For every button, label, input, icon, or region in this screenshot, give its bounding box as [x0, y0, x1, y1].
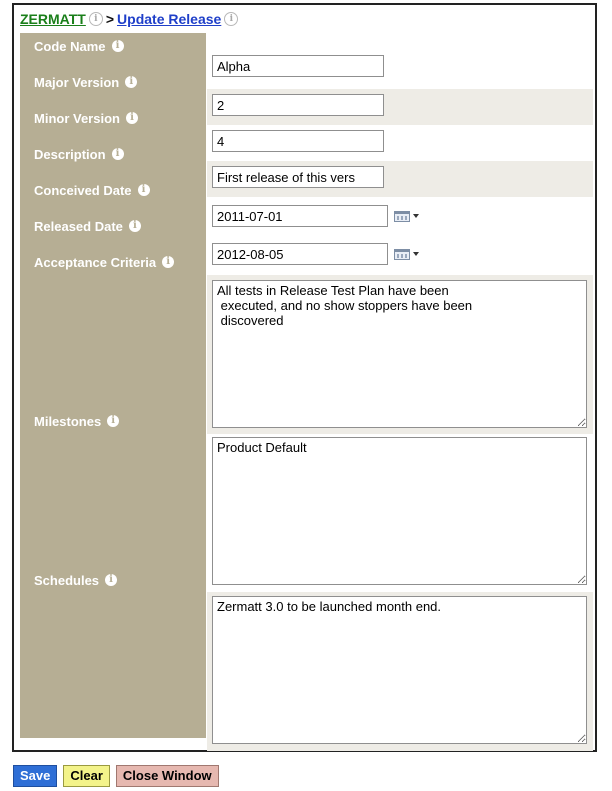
calendar-icon	[394, 248, 410, 260]
info-icon[interactable]: i	[107, 415, 120, 427]
info-icon[interactable]: i	[125, 76, 138, 88]
calendar-icon	[394, 210, 410, 222]
breadcrumb-separator: >	[105, 11, 115, 27]
released-date-picker[interactable]	[394, 246, 428, 262]
conceived-date-label-text: Conceived Date	[34, 182, 132, 198]
save-button[interactable]: Save	[13, 765, 58, 787]
description-input[interactable]	[212, 166, 384, 188]
dropdown-arrow-icon	[413, 252, 419, 256]
info-icon[interactable]: i	[137, 184, 150, 196]
release-form-window: ZERMATT i > Update Release i Code Name i…	[12, 3, 597, 752]
label-column: Code Name i Major Version i Minor Versio…	[20, 33, 206, 738]
breadcrumb-zermatt-link[interactable]: ZERMATT	[20, 11, 86, 27]
released-date-label: Released Date i	[34, 218, 141, 234]
major-version-label: Major Version i	[34, 74, 138, 90]
info-icon[interactable]: i	[128, 220, 141, 232]
breadcrumb-update-release-link[interactable]: Update Release	[117, 11, 221, 27]
minor-version-input[interactable]	[212, 130, 384, 152]
minor-version-label-text: Minor Version	[34, 110, 120, 126]
info-icon[interactable]: i	[111, 148, 124, 160]
description-label: Description i	[34, 146, 124, 162]
clear-button[interactable]: Clear	[63, 765, 110, 787]
released-date-input[interactable]	[212, 243, 388, 265]
info-icon[interactable]: i	[111, 40, 124, 52]
conceived-date-picker[interactable]	[394, 208, 428, 224]
close-window-button[interactable]: Close Window	[115, 765, 219, 787]
released-date-label-text: Released Date	[34, 218, 123, 234]
form-button-bar: Save Clear Close Window	[13, 765, 219, 787]
milestones-label: Milestones i	[34, 413, 120, 429]
schedules-label-text: Schedules	[34, 572, 100, 588]
milestones-label-text: Milestones	[34, 413, 102, 429]
minor-version-label: Minor Version i	[34, 110, 138, 126]
info-icon[interactable]: i	[105, 574, 118, 586]
major-version-input[interactable]	[212, 94, 384, 116]
acceptance-criteria-label-text: Acceptance Criteria	[34, 254, 157, 270]
description-label-text: Description	[34, 146, 106, 162]
schedules-textarea[interactable]: Zermatt 3.0 to be launched month end.	[212, 596, 587, 744]
conceived-date-input[interactable]	[212, 205, 388, 227]
milestones-textarea[interactable]: Product Default	[212, 437, 587, 585]
acceptance-criteria-label: Acceptance Criteria i	[34, 254, 175, 270]
info-icon[interactable]: i	[88, 12, 103, 26]
major-version-label-text: Major Version	[34, 74, 120, 90]
conceived-date-label: Conceived Date i	[34, 182, 150, 198]
code-name-label: Code Name i	[34, 38, 124, 54]
info-icon[interactable]: i	[224, 12, 239, 26]
breadcrumb: ZERMATT i > Update Release i	[20, 9, 239, 29]
code-name-label-text: Code Name	[34, 38, 106, 54]
info-icon[interactable]: i	[125, 112, 138, 124]
acceptance-criteria-textarea[interactable]: All tests in Release Test Plan have been…	[212, 280, 587, 428]
dropdown-arrow-icon	[413, 214, 419, 218]
info-icon[interactable]: i	[162, 256, 175, 268]
code-name-input[interactable]	[212, 55, 384, 77]
schedules-label: Schedules i	[34, 572, 118, 588]
